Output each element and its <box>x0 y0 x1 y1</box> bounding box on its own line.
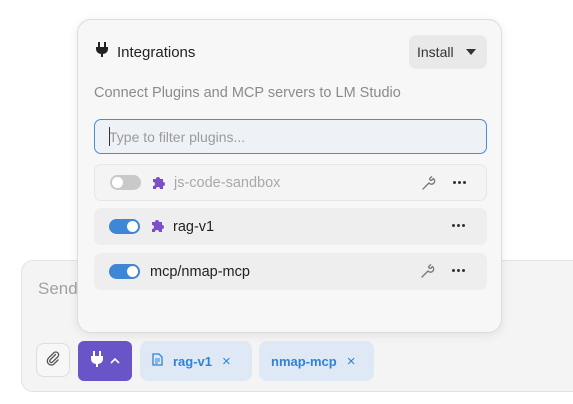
integrations-popover: Integrations Install Connect Plugins and… <box>77 19 502 333</box>
plugin-row[interactable]: rag-v1 <box>94 208 487 245</box>
popover-subtitle: Connect Plugins and MCP servers to LM St… <box>94 85 401 101</box>
chip-label: rag-v1 <box>173 353 213 369</box>
text-cursor <box>109 127 110 146</box>
document-icon <box>152 353 163 369</box>
plugin-enable-toggle[interactable] <box>109 219 140 234</box>
attached-plugin-chip: nmap-mcp × <box>259 341 374 381</box>
plugin-name: rag-v1 <box>173 218 215 235</box>
chip-label: nmap-mcp <box>271 353 337 369</box>
puzzle-icon <box>150 175 166 196</box>
remove-chip-button[interactable]: × <box>347 353 356 370</box>
wrench-icon[interactable] <box>420 264 435 284</box>
paperclip-icon <box>45 350 61 371</box>
integrations-toggle-button[interactable] <box>78 341 132 381</box>
wrench-icon[interactable] <box>421 176 436 196</box>
more-options-icon[interactable] <box>452 224 465 227</box>
install-dropdown[interactable]: Install <box>409 35 487 69</box>
more-options-icon[interactable] <box>452 269 465 272</box>
plugin-row[interactable]: mcp/nmap-mcp <box>94 253 487 290</box>
plugin-filter-input[interactable] <box>94 119 487 154</box>
puzzle-icon <box>149 218 165 239</box>
more-options-icon[interactable] <box>453 181 466 184</box>
popover-title: Integrations <box>117 43 196 61</box>
plugin-enable-toggle[interactable] <box>110 175 141 190</box>
plug-icon <box>90 350 104 372</box>
chevron-up-icon <box>110 352 120 370</box>
popover-header: Integrations <box>96 42 195 62</box>
attached-plugin-chip: rag-v1 × <box>140 341 252 381</box>
plugin-name: js-code-sandbox <box>174 174 281 191</box>
attach-button[interactable] <box>36 343 70 377</box>
plugin-row[interactable]: js-code-sandbox <box>94 164 487 201</box>
plug-icon <box>96 42 108 62</box>
message-placeholder: Send <box>38 279 78 298</box>
remove-chip-button[interactable]: × <box>222 353 231 370</box>
caret-down-icon <box>465 49 476 55</box>
plugin-name: mcp/nmap-mcp <box>150 263 250 280</box>
install-label: Install <box>417 44 454 60</box>
plugin-enable-toggle[interactable] <box>109 264 140 279</box>
